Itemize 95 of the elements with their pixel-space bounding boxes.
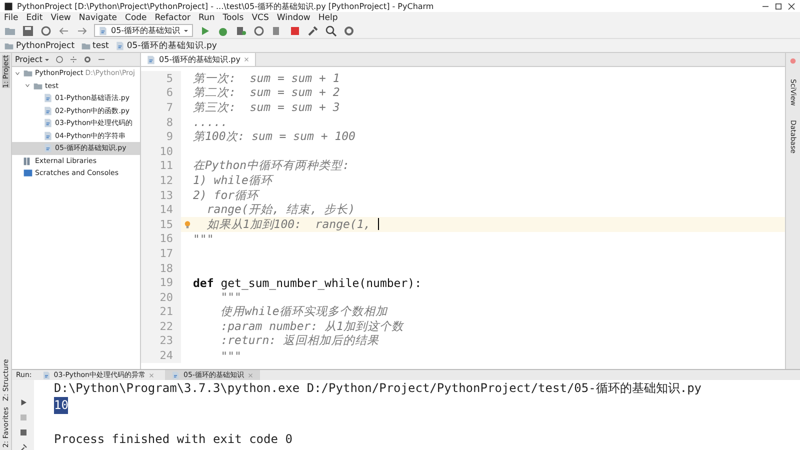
menu-item[interactable]: Run [198, 12, 215, 22]
stop-icon[interactable] [289, 24, 302, 36]
menu-item[interactable]: Edit [26, 12, 43, 22]
line-number: 8 [141, 114, 181, 130]
settings-icon[interactable] [343, 24, 356, 36]
pin-icon[interactable] [18, 443, 28, 450]
console-output: Process finished with exit code 0 [54, 431, 292, 448]
code-text: def get_sum_number_while(number): [192, 276, 422, 290]
folder-icon [4, 40, 14, 50]
maximize-icon[interactable] [774, 2, 783, 10]
breadcrumb-item[interactable]: 05-循环的基础知识.py [114, 40, 217, 52]
menu-item[interactable]: View [50, 12, 71, 22]
python-file-icon [43, 130, 53, 141]
code-text: 在Python中循环有两种类型: [192, 158, 350, 174]
code-text: 第一次: sum = sum + 1 [192, 70, 340, 86]
python-file-icon [42, 370, 51, 380]
folder-icon [80, 40, 91, 50]
code-text: 使用while循环实现多个数相加 [220, 304, 388, 320]
wrench-icon[interactable] [307, 24, 320, 36]
lightbulb-icon[interactable] [182, 220, 192, 229]
python-file-icon [146, 54, 156, 64]
code-text: 第三次: sum = sum + 3 [192, 100, 340, 115]
python-file-icon [43, 106, 53, 116]
line-number: 9 [141, 129, 181, 144]
code-text: ..... [192, 115, 228, 130]
dropdown-arrow-icon [44, 56, 50, 62]
breadcrumb-item[interactable]: PythonProject [4, 40, 75, 50]
text-cursor [378, 218, 379, 230]
folder-icon [33, 80, 43, 91]
menu-item[interactable]: Window [276, 12, 310, 22]
code-text: 1) while循环 [192, 172, 272, 188]
forward-arrow-icon[interactable] [76, 24, 88, 36]
console-output: 10 [54, 397, 68, 414]
window-title: PythonProject [D:\Python\Project\PythonProject] - ...\test\05-循环的基础知识.py [PythonProject] - PyCharm [17, 0, 435, 12]
coverage-icon[interactable] [235, 24, 248, 36]
line-number: 13 [141, 188, 181, 202]
editor-tab[interactable]: 05-循环的基础知识.py [141, 53, 256, 66]
line-number: 12 [141, 173, 181, 188]
menu-item[interactable]: Help [318, 12, 338, 22]
project-view-dropdown[interactable]: Project [15, 55, 50, 64]
dropdown-arrow-icon [183, 28, 190, 34]
settings-icon[interactable] [83, 55, 92, 64]
code-text: 2) for循环 [192, 188, 259, 203]
python-file-icon [43, 118, 53, 128]
line-number: 21 [141, 304, 181, 320]
line-number: 7 [141, 100, 181, 115]
code-text: range(开始, 结束, 步长) [206, 202, 356, 218]
python-file-icon [43, 143, 53, 154]
save-icon[interactable] [22, 24, 34, 36]
line-number: 5 [141, 71, 181, 86]
menu-item[interactable]: Refactor [154, 12, 190, 22]
line-number: 14 [141, 202, 181, 217]
code-text: 第100次: sum = sum + 100 [192, 129, 356, 144]
menu-item[interactable]: Navigate [78, 12, 118, 22]
line-number: 18 [141, 260, 181, 276]
back-arrow-icon[interactable] [58, 24, 70, 36]
close-icon[interactable] [787, 2, 796, 10]
menu-item[interactable]: Tools [222, 12, 244, 22]
error-marker-icon [789, 57, 797, 65]
line-number: 20 [141, 290, 181, 304]
rerun-icon[interactable] [18, 398, 28, 407]
search-icon[interactable] [325, 24, 338, 36]
code-text: :return: 返回相加后的结果 [220, 333, 380, 348]
line-number: 15 [141, 216, 181, 232]
breadcrumb-item[interactable]: test [80, 40, 109, 50]
locate-icon[interactable] [55, 55, 64, 64]
collapse-icon[interactable] [69, 55, 78, 64]
line-number: 6 [141, 86, 181, 100]
code-text: 第二次: sum = sum + 2 [192, 85, 340, 100]
code-text: """ [192, 232, 214, 246]
folder-icon [23, 68, 33, 78]
python-file-icon [43, 93, 53, 104]
line-number: 24 [141, 348, 181, 363]
console-output: D:\Python\Program\3.7.3\python.exe D:/Python/Project/PythonProject/test/05-循环的基础知识.py [54, 380, 702, 397]
line-number: 22 [141, 319, 181, 334]
profile-icon[interactable] [253, 24, 266, 36]
run-icon[interactable] [199, 24, 212, 36]
menu-item[interactable]: VCS [252, 12, 269, 22]
code-text: 如果从1加到100: range(1, [206, 216, 372, 232]
menu-item[interactable]: Code [125, 12, 147, 22]
python-file-icon [114, 40, 125, 50]
line-number: 10 [141, 144, 181, 159]
menu-item[interactable]: File [4, 12, 18, 22]
line-number: 16 [141, 232, 181, 246]
code-text: :param number: 从1加到这个数 [220, 318, 404, 334]
line-number: 23 [141, 334, 181, 348]
line-number: 19 [141, 275, 181, 290]
line-number: 17 [141, 246, 181, 261]
run-config-dropdown[interactable]: 05-循环的基础知识 [94, 24, 194, 37]
python-file-icon [98, 26, 108, 36]
python-file-icon [171, 370, 180, 380]
code-text: """ [220, 290, 242, 304]
line-number: 11 [141, 158, 181, 174]
code-text: """ [220, 348, 242, 363]
console-icon [23, 168, 33, 178]
